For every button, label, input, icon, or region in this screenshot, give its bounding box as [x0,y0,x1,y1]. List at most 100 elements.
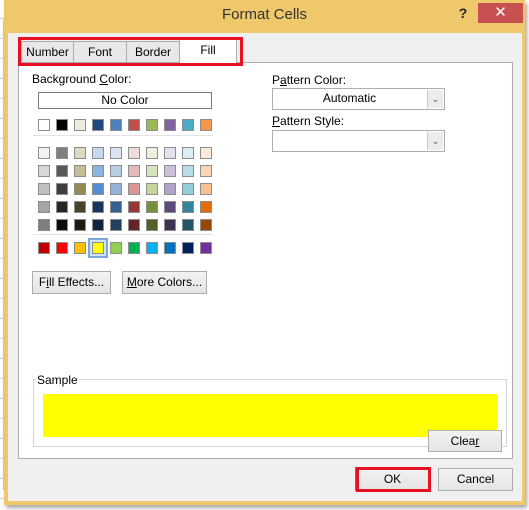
tint-color-swatch[interactable] [74,219,86,231]
sample-label: Sample [36,373,79,387]
tint-color-swatch[interactable] [146,201,158,213]
dialog-body: Number Font Border Background Color: No … [8,33,522,501]
tint-color-swatch[interactable] [110,219,122,231]
tab-font[interactable]: Font [73,41,127,63]
tint-color-swatch[interactable] [200,183,212,195]
tint-color-swatch[interactable] [182,201,194,213]
theme-color-swatch[interactable] [74,119,86,131]
standard-color-swatch[interactable] [164,242,176,254]
tab-fill[interactable]: Fill [179,39,237,63]
tint-color-swatch[interactable] [92,219,104,231]
tint-color-swatch[interactable] [110,201,122,213]
standard-color-swatch[interactable] [88,238,108,258]
tint-color-swatch[interactable] [38,183,50,195]
theme-color-swatch[interactable] [110,119,122,131]
tint-color-swatch[interactable] [38,165,50,177]
theme-color-swatch[interactable] [128,119,140,131]
tint-color-swatch[interactable] [146,219,158,231]
tint-color-swatch[interactable] [164,183,176,195]
tint-color-swatch[interactable] [92,201,104,213]
standard-color-swatch[interactable] [38,242,50,254]
standard-color-swatch[interactable] [74,242,86,254]
theme-color-swatch[interactable] [182,119,194,131]
theme-color-swatch[interactable] [146,119,158,131]
tint-color-swatch[interactable] [38,201,50,213]
pattern-color-label: Pattern Color: [272,73,347,87]
tint-color-swatch[interactable] [38,219,50,231]
theme-color-swatch[interactable] [164,119,176,131]
ok-button[interactable]: OK [355,467,430,491]
tab-label: Number [26,45,69,59]
tint-color-swatch[interactable] [128,219,140,231]
divider [33,135,213,136]
close-icon: ✕ [494,4,507,21]
tab-number[interactable]: Number [21,41,74,63]
tint-color-swatch[interactable] [92,165,104,177]
close-button[interactable]: ✕ [478,3,523,23]
clear-button[interactable]: Clear [428,430,502,452]
tint-color-swatch[interactable] [110,165,122,177]
tint-color-swatch[interactable] [92,183,104,195]
tint-color-swatch[interactable] [182,165,194,177]
tint-color-swatch[interactable] [74,201,86,213]
tint-color-swatch[interactable] [56,201,68,213]
dialog-title: Format Cells [221,6,307,23]
chevron-down-icon[interactable]: ⌄ [427,132,443,150]
tint-color-swatch[interactable] [200,201,212,213]
theme-color-swatch[interactable] [38,119,50,131]
tint-color-swatch[interactable] [182,147,194,159]
tint-color-swatch[interactable] [182,183,194,195]
tint-color-swatch[interactable] [110,147,122,159]
standard-color-swatch[interactable] [56,242,68,254]
tint-color-swatch[interactable] [200,165,212,177]
standard-color-swatch[interactable] [182,242,194,254]
tint-color-swatch[interactable] [110,183,122,195]
tint-color-swatch[interactable] [128,183,140,195]
tint-color-swatch[interactable] [74,147,86,159]
tint-color-swatch[interactable] [164,201,176,213]
background-color-label: Background Color: [32,72,132,86]
tint-color-swatch[interactable] [182,219,194,231]
tab-label: Border [134,45,172,59]
tab-label: Fill [200,43,216,57]
tab-border[interactable]: Border [126,41,180,63]
tint-color-swatch[interactable] [128,165,140,177]
standard-color-swatch[interactable] [128,242,140,254]
theme-color-swatch[interactable] [200,119,212,131]
tint-color-swatch[interactable] [128,201,140,213]
tint-color-swatch[interactable] [164,165,176,177]
standard-color-swatch[interactable] [110,242,122,254]
tint-color-swatch[interactable] [56,219,68,231]
tint-color-swatch[interactable] [200,147,212,159]
tint-color-swatch[interactable] [74,165,86,177]
standard-color-swatch[interactable] [146,242,158,254]
pattern-style-select[interactable]: ⌄ [272,130,445,152]
tab-label: Font [87,45,112,59]
no-color-button[interactable]: No Color [38,92,212,109]
pattern-style-label: Pattern Style: [272,114,345,128]
tint-color-swatch[interactable] [146,165,158,177]
tint-color-swatch[interactable] [56,165,68,177]
pattern-color-select[interactable]: Automatic ⌄ [272,88,445,110]
help-button[interactable]: ? [451,3,475,25]
fill-tab-panel: Background Color: No Color Fill Effects.… [18,62,513,459]
tint-color-swatch[interactable] [128,147,140,159]
cancel-button[interactable]: Cancel [438,468,513,491]
tint-color-swatch[interactable] [164,219,176,231]
tint-color-swatch[interactable] [38,147,50,159]
tint-color-swatch[interactable] [56,147,68,159]
tint-color-swatch[interactable] [146,147,158,159]
tint-color-swatch[interactable] [164,147,176,159]
pattern-color-value: Automatic [322,91,377,105]
tint-color-swatch[interactable] [56,183,68,195]
tint-color-swatch[interactable] [92,147,104,159]
fill-effects-button[interactable]: Fill Effects... [32,271,111,294]
theme-color-swatch[interactable] [56,119,68,131]
tint-color-swatch[interactable] [200,219,212,231]
more-colors-button[interactable]: More Colors... [122,271,207,294]
chevron-down-icon[interactable]: ⌄ [427,90,443,108]
standard-color-swatch[interactable] [200,242,212,254]
theme-color-swatch[interactable] [92,119,104,131]
tint-color-swatch[interactable] [74,183,86,195]
tint-color-swatch[interactable] [146,183,158,195]
